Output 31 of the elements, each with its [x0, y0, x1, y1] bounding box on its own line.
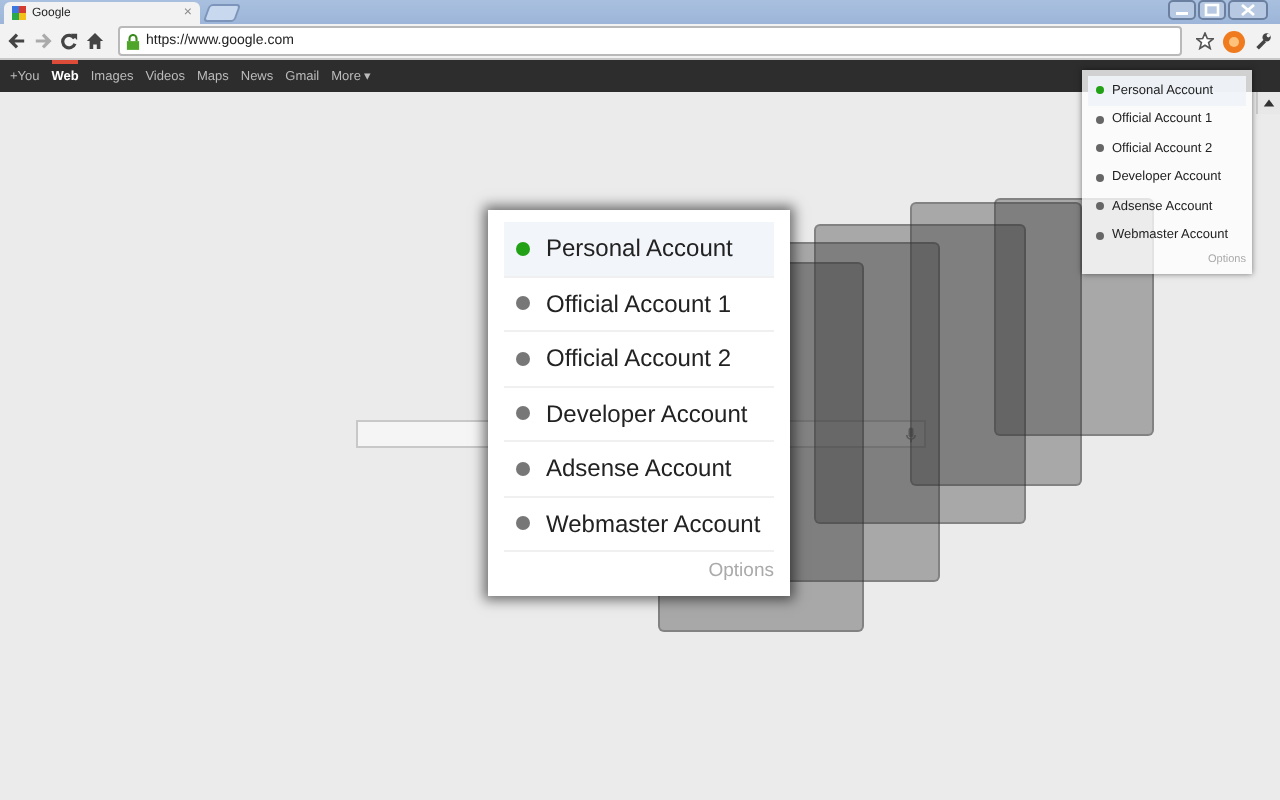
google-favicon-icon: [12, 6, 26, 20]
status-dot-icon: [1096, 202, 1104, 211]
status-dot-icon: [516, 296, 530, 311]
microphone-icon[interactable]: [906, 426, 916, 444]
status-dot-icon: [516, 241, 530, 256]
account-item[interactable]: Personal Account: [504, 222, 774, 277]
account-item[interactable]: Official Account 2: [504, 332, 774, 387]
close-window-icon[interactable]: [1228, 0, 1268, 20]
account-item[interactable]: Official Account 1: [504, 277, 774, 332]
status-dot-icon: [1096, 115, 1104, 124]
status-dot-icon: [1096, 231, 1104, 240]
restore-icon[interactable]: [1198, 0, 1226, 20]
status-dot-icon: [516, 516, 530, 531]
status-dot-icon: [1096, 173, 1104, 182]
scroll-up-icon[interactable]: [1262, 96, 1276, 110]
scrollbar[interactable]: [1256, 92, 1280, 114]
reload-icon[interactable]: [60, 32, 78, 50]
account-item[interactable]: Developer Account: [504, 387, 774, 442]
minimize-icon[interactable]: [1168, 0, 1196, 20]
account-item[interactable]: Webmaster Account: [504, 497, 774, 552]
back-icon[interactable]: [8, 32, 26, 50]
status-dot-icon: [1096, 86, 1104, 95]
lock-icon: [126, 33, 140, 49]
status-dot-icon: [516, 461, 530, 476]
star-icon[interactable]: [1196, 32, 1214, 50]
wrench-icon[interactable]: [1254, 32, 1272, 50]
home-icon[interactable]: [86, 32, 104, 50]
status-dot-icon: [1096, 144, 1104, 153]
status-dot-icon: [516, 406, 530, 421]
status-dot-icon: [516, 351, 530, 366]
account-item[interactable]: Adsense Account: [504, 442, 774, 497]
